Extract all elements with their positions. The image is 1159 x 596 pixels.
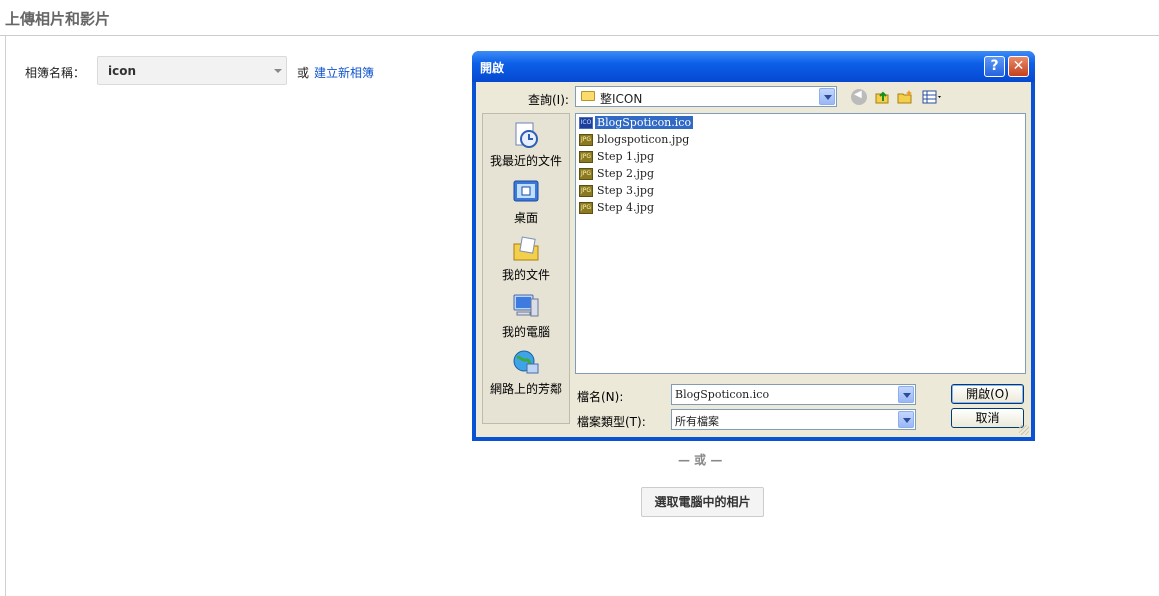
jpg-file-icon: JPG	[579, 168, 593, 180]
file-name: blogspoticon.jpg	[597, 133, 690, 146]
look-in-value: 整ICON	[600, 92, 643, 106]
jpg-file-icon: JPG	[579, 134, 593, 146]
file-name: Step 1.jpg	[597, 150, 654, 163]
file-name: Step 4.jpg	[597, 201, 654, 214]
file-list[interactable]: ICO BlogSpoticon.ico JPG blogspoticon.jp…	[575, 113, 1026, 374]
place-recent-documents[interactable]: 我最近的文件	[483, 120, 569, 169]
file-name: BlogSpoticon.ico	[593, 115, 695, 130]
ico-file-icon: ICO	[579, 117, 593, 129]
back-icon[interactable]	[851, 89, 867, 105]
filename-input[interactable]: BlogSpoticon.ico	[671, 384, 916, 405]
place-desktop[interactable]: 桌面	[483, 177, 569, 226]
create-album-link[interactable]: 建立新相簿	[314, 64, 374, 81]
up-folder-icon[interactable]	[874, 89, 890, 105]
jpg-file-icon: JPG	[579, 185, 593, 197]
place-label: 我最近的文件	[489, 154, 562, 168]
or-divider: — 或 —	[678, 453, 723, 467]
or-text: 或	[297, 66, 310, 80]
jpg-file-icon: JPG	[579, 202, 593, 214]
places-bar: 我最近的文件 桌面 我的文件 我的電腦 網路上的芳鄰	[482, 113, 570, 424]
combo-dropdown-arrow[interactable]	[819, 88, 835, 105]
album-name-label: 相簿名稱：	[25, 66, 86, 80]
place-label: 網路上的芳鄰	[489, 382, 562, 396]
help-button[interactable]: ?	[984, 56, 1005, 77]
file-name: Step 2.jpg	[597, 167, 654, 180]
chevron-down-icon	[274, 69, 282, 73]
my-documents-icon	[511, 234, 541, 264]
folder-icon	[581, 91, 595, 101]
place-label: 我的電腦	[501, 325, 550, 339]
network-places-icon	[511, 348, 541, 378]
resize-grip[interactable]	[1019, 425, 1029, 435]
open-file-dialog: 開啟 ? ✕ 查詢(I): 整ICON 我最近的文件	[472, 51, 1035, 441]
place-my-documents[interactable]: 我的文件	[483, 234, 569, 283]
dialog-titlebar[interactable]: 開啟 ? ✕	[472, 51, 1035, 82]
album-select-value: icon	[108, 64, 137, 78]
cancel-button[interactable]: 取消	[951, 408, 1024, 428]
album-select[interactable]: icon	[97, 56, 287, 85]
page-title: 上傳相片和影片	[5, 10, 111, 28]
new-folder-icon[interactable]	[897, 89, 913, 105]
my-computer-icon	[511, 291, 541, 321]
dialog-body: 查詢(I): 整ICON 我最近的文件	[476, 82, 1031, 437]
look-in-label: 查詢(I):	[528, 93, 569, 107]
place-my-computer[interactable]: 我的電腦	[483, 291, 569, 340]
dialog-title: 開啟	[480, 61, 505, 75]
desktop-icon	[511, 177, 541, 207]
jpg-file-icon: JPG	[579, 151, 593, 163]
place-label: 桌面	[513, 211, 538, 225]
open-button[interactable]: 開啟(O)	[951, 384, 1024, 404]
filetype-select[interactable]: 所有檔案	[671, 409, 916, 430]
filename-label: 檔名(N):	[577, 390, 624, 404]
view-menu-icon[interactable]	[922, 89, 944, 105]
choose-photos-button[interactable]: 選取電腦中的相片	[641, 487, 764, 517]
place-network[interactable]: 網路上的芳鄰	[483, 348, 569, 397]
filetype-label: 檔案類型(T):	[577, 415, 646, 429]
filetype-dropdown-arrow[interactable]	[898, 411, 914, 428]
filename-value: BlogSpoticon.ico	[675, 388, 770, 401]
filename-dropdown-arrow[interactable]	[898, 386, 914, 403]
recent-documents-icon	[511, 120, 541, 150]
look-in-combo[interactable]: 整ICON	[575, 86, 837, 107]
close-button[interactable]: ✕	[1008, 56, 1029, 77]
place-label: 我的文件	[501, 268, 550, 282]
filetype-value: 所有檔案	[675, 415, 719, 428]
file-name: Step 3.jpg	[597, 184, 654, 197]
